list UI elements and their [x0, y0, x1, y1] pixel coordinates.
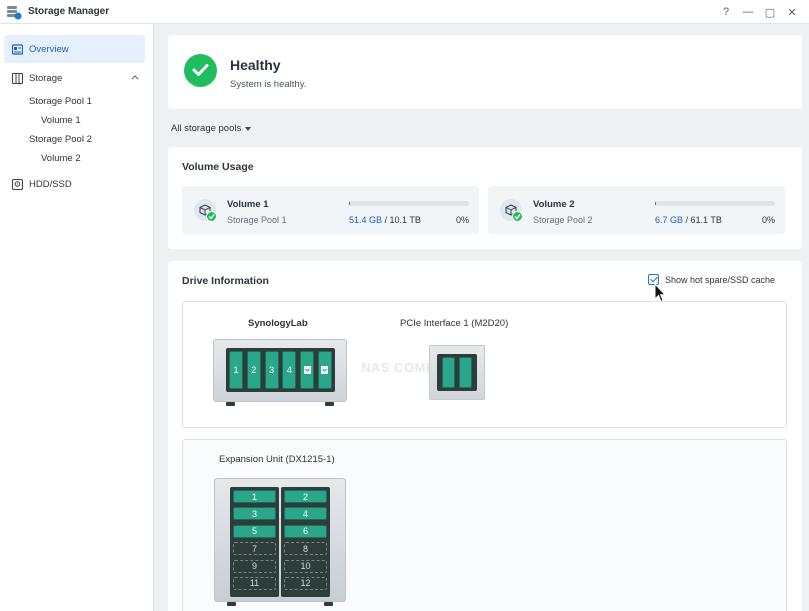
volume-icon [500, 199, 523, 222]
empty-drive-bay[interactable]: 10 [284, 559, 327, 573]
title-bar: Storage Manager ? — ▢ ✕ [0, 0, 809, 24]
show-hot-spare-checkbox[interactable]: Show hot spare/SSD cache [648, 274, 775, 285]
hot-spare-label: Show hot spare/SSD cache [665, 274, 776, 285]
volume-used-value: 51.4 GB [349, 215, 383, 225]
volume-total: / 10.1 TB [384, 215, 421, 225]
sidebar: Overview Storage Storage Pool 1 Volume 1… [0, 24, 154, 611]
expansion-bay-column-right: 2 4 6 8 10 12 [281, 487, 330, 597]
mouse-cursor-icon [654, 283, 666, 303]
drive-bay[interactable]: 3 [233, 507, 276, 521]
volume-pool: Storage Pool 1 [227, 215, 287, 225]
host-devices-panel: NAS COMPARES SynologyLab PCIe Interface … [182, 301, 787, 428]
sidebar-item-storage[interactable]: Storage [0, 64, 153, 92]
volume-percent: 0% [455, 215, 469, 225]
filter-label: All storage pools [171, 123, 242, 134]
enclosure-foot [227, 602, 236, 606]
nas-enclosure[interactable]: 1 2 3 4 [213, 339, 347, 406]
pcie-m2-slot[interactable] [459, 357, 472, 388]
volume-used: 6.7 GB / 61.1 TB [655, 215, 722, 225]
volume-usage-fill [655, 201, 657, 206]
health-title: Healthy [230, 57, 281, 73]
drive-bay[interactable]: 1 [233, 490, 276, 503]
sidebar-item-volume-2[interactable]: Volume 2 [0, 149, 153, 168]
expansion-unit-panel: Expansion Unit (DX1215-1) 1 3 5 7 9 11 2 4 6 8 10… [182, 439, 787, 611]
caret-down-icon [245, 126, 252, 131]
overview-icon [12, 43, 23, 55]
window-controls: ? — ▢ ✕ [715, 0, 803, 24]
window-title: Storage Manager [28, 6, 110, 17]
main-content: Healthy System is healthy. All storage p… [155, 24, 809, 611]
pcie-name-label: PCIe Interface 1 (M2D20) [400, 318, 509, 329]
drive-bay[interactable]: 5 [233, 524, 276, 538]
m2-ssd-icon [303, 366, 311, 374]
sidebar-item-hdd-ssd[interactable]: HDD/SSD [0, 170, 153, 198]
pcie-card[interactable] [429, 345, 485, 400]
drive-bay[interactable]: 2 [284, 490, 327, 503]
volume-2-usage[interactable]: Volume 2 Storage Pool 2 6.7 GB / 61.1 TB… [488, 186, 785, 234]
help-button[interactable]: ? [715, 0, 737, 24]
host-name-label: SynologyLab [248, 318, 308, 329]
sidebar-item-label: Overview [29, 43, 69, 55]
drive-bay[interactable]: 4 [284, 507, 327, 521]
empty-drive-bay[interactable]: 7 [233, 542, 276, 556]
enclosure-foot [226, 402, 235, 406]
empty-drive-bay[interactable]: 11 [233, 576, 276, 590]
volume-usage-bar [349, 201, 469, 206]
expansion-enclosure[interactable]: 1 3 5 7 9 11 2 4 6 8 10 12 [214, 478, 346, 606]
volume-icon [194, 199, 217, 222]
volume-name: Volume 2 [533, 199, 575, 210]
check-circle-icon [184, 54, 217, 87]
drive-bay[interactable]: 6 [284, 524, 327, 538]
volume-total: / 61.1 TB [685, 215, 722, 225]
m2-ssd-icon [321, 366, 329, 374]
hdd-icon [12, 178, 23, 190]
maximize-button[interactable]: ▢ [759, 0, 781, 24]
m2-cache-slot[interactable] [317, 351, 332, 389]
close-button[interactable]: ✕ [781, 0, 803, 24]
volume-usage-title: Volume Usage [182, 161, 254, 173]
healthy-check-icon [512, 211, 523, 222]
volume-name: Volume 1 [227, 199, 269, 210]
drive-bay[interactable]: 3 [264, 351, 279, 389]
volume-usage-card: Volume Usage Volume 1 Storage Pool 1 51.… [168, 147, 802, 249]
health-subtitle: System is healthy. [230, 79, 307, 90]
storage-manager-app-icon [6, 4, 22, 20]
enclosure-foot [324, 602, 333, 606]
volume-percent: 0% [761, 215, 775, 225]
volume-pool: Storage Pool 2 [533, 215, 593, 225]
empty-drive-bay[interactable]: 12 [284, 576, 327, 590]
drive-bay[interactable]: 1 [229, 351, 243, 389]
volume-used: 51.4 GB / 10.1 TB [349, 215, 421, 225]
drive-information-card: Drive Information Show hot spare/SSD cac… [168, 261, 802, 611]
nas-front-panel: 1 2 3 4 [226, 348, 335, 392]
volume-used-value: 6.7 GB [655, 215, 684, 225]
sidebar-item-storage-pool-1[interactable]: Storage Pool 1 [0, 92, 153, 111]
sidebar-item-label: Storage [29, 72, 63, 84]
sidebar-item-volume-1[interactable]: Volume 1 [0, 111, 153, 130]
drive-bay[interactable]: 2 [246, 351, 261, 389]
drive-bay[interactable]: 4 [282, 351, 297, 389]
health-status-card: Healthy System is healthy. [168, 35, 802, 109]
empty-drive-bay[interactable]: 8 [284, 542, 327, 556]
sidebar-item-overview[interactable]: Overview [4, 35, 145, 63]
volume-usage-fill [349, 201, 351, 206]
pcie-m2-slot[interactable] [442, 357, 455, 388]
pcie-front-panel [437, 354, 477, 391]
chevron-up-icon[interactable] [131, 73, 139, 81]
storage-icon [12, 72, 23, 84]
drive-information-title: Drive Information [182, 275, 269, 287]
healthy-check-icon [206, 211, 217, 222]
empty-drive-bay[interactable]: 9 [233, 559, 276, 573]
sidebar-item-storage-pool-2[interactable]: Storage Pool 2 [0, 130, 153, 149]
expansion-bay-column-left: 1 3 5 7 9 11 [230, 487, 279, 597]
volume-usage-bar [655, 201, 775, 206]
enclosure-foot [325, 402, 334, 406]
minimize-button[interactable]: — [737, 0, 759, 24]
storage-pool-filter-dropdown[interactable]: All storage pools [171, 123, 252, 134]
volume-1-usage[interactable]: Volume 1 Storage Pool 1 51.4 GB / 10.1 T… [182, 186, 479, 234]
sidebar-item-label: HDD/SSD [29, 178, 72, 190]
expansion-name-label: Expansion Unit (DX1215-1) [219, 454, 335, 465]
m2-cache-slot[interactable] [300, 351, 315, 389]
